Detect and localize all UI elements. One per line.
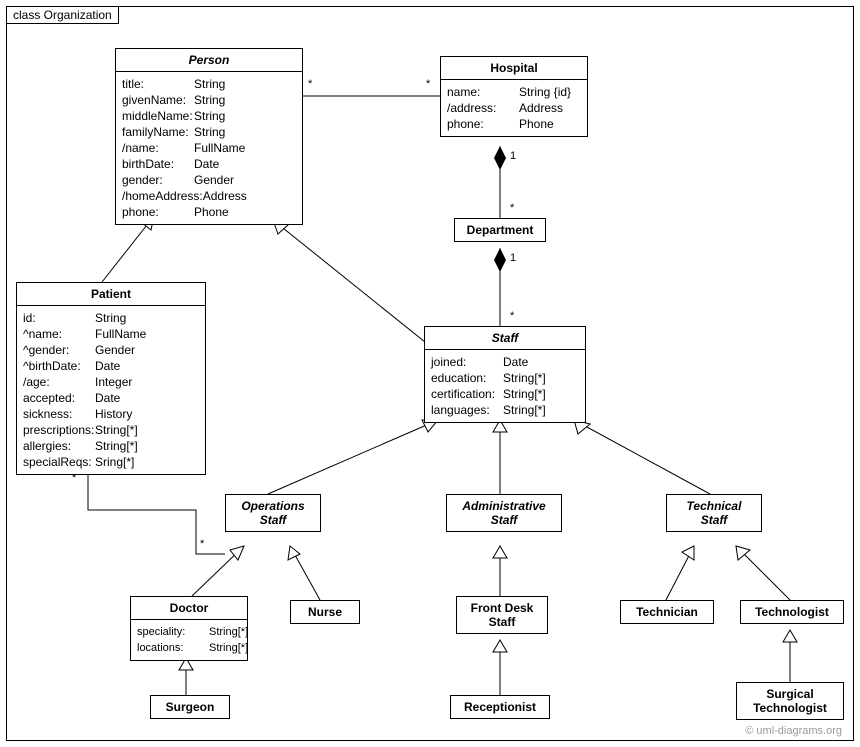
class-surgical-technologist: Surgical Technologist (736, 682, 844, 720)
class-staff: Staff joined:Dateeducation:String[*]cert… (424, 326, 586, 423)
class-hospital-name: Hospital (441, 57, 587, 80)
mult-hospital-dept-d: * (510, 202, 514, 214)
attribute-row: phone:Phone (116, 204, 302, 220)
attribute-row: /address:Address (441, 100, 587, 116)
class-technician-name: Technician (621, 601, 713, 623)
attribute-row: certification:String[*] (425, 386, 585, 402)
attribute-row: /name:FullName (116, 140, 302, 156)
class-nurse-name: Nurse (291, 601, 359, 623)
class-surgeon: Surgeon (150, 695, 230, 719)
class-staff-name: Staff (425, 327, 585, 350)
class-front-desk-staff-name: Front Desk Staff (457, 597, 547, 633)
attribute-row: gender:Gender (116, 172, 302, 188)
class-technologist-name: Technologist (741, 601, 843, 623)
class-surgeon-name: Surgeon (151, 696, 229, 718)
attribute-row: ^birthDate:Date (17, 358, 205, 374)
attribute-row: name:String {id} (441, 84, 587, 100)
attribute-row: specialReqs:Sring[*] (17, 454, 205, 470)
attribute-row: ^gender:Gender (17, 342, 205, 358)
class-receptionist-name: Receptionist (451, 696, 549, 718)
class-operations-staff: Operations Staff (225, 494, 321, 532)
diagram-frame: class Organization (0, 0, 860, 747)
attribute-row: middleName:String (116, 108, 302, 124)
attribute-row: prescriptions:String[*] (17, 422, 205, 438)
attribute-row: education:String[*] (425, 370, 585, 386)
attribute-row: familyName:String (116, 124, 302, 140)
class-technologist: Technologist (740, 600, 844, 624)
attribute-row: joined:Date (425, 354, 585, 370)
attribute-row: speciality:String[*] (131, 624, 247, 640)
frame-label: class Organization (6, 6, 119, 24)
class-staff-attrs: joined:Dateeducation:String[*]certificat… (425, 350, 585, 422)
mult-dept-staff-d: 1 (510, 252, 516, 264)
class-department: Department (454, 218, 546, 242)
class-doctor: Doctor speciality:String[*]locations:Str… (130, 596, 248, 661)
attribute-row: title:String (116, 76, 302, 92)
class-technician: Technician (620, 600, 714, 624)
class-nurse: Nurse (290, 600, 360, 624)
mult-person-side: * (308, 78, 312, 90)
class-person: Person title:StringgivenName:Stringmiddl… (115, 48, 303, 225)
attribute-row: /age:Integer (17, 374, 205, 390)
class-doctor-attrs: speciality:String[*]locations:String[*] (131, 620, 247, 660)
class-doctor-name: Doctor (131, 597, 247, 620)
attribute-row: /homeAddress:Address (116, 188, 302, 204)
class-administrative-staff: Administrative Staff (446, 494, 562, 532)
class-surgical-technologist-name: Surgical Technologist (737, 683, 843, 719)
class-patient-attrs: id:String^name:FullName^gender:Gender^bi… (17, 306, 205, 474)
class-person-name: Person (116, 49, 302, 72)
class-operations-staff-name: Operations Staff (226, 495, 320, 531)
attribute-row: ^name:FullName (17, 326, 205, 342)
class-technical-staff-name: Technical Staff (667, 495, 761, 531)
mult-patient-ops-o: * (200, 538, 204, 550)
attribute-row: givenName:String (116, 92, 302, 108)
attribute-row: phone:Phone (441, 116, 587, 132)
watermark: © uml-diagrams.org (745, 725, 842, 737)
attribute-row: locations:String[*] (131, 640, 247, 656)
attribute-row: sickness:History (17, 406, 205, 422)
mult-dept-staff-s: * (510, 310, 514, 322)
attribute-row: allergies:String[*] (17, 438, 205, 454)
mult-hospital-side: * (426, 78, 430, 90)
class-person-attrs: title:StringgivenName:StringmiddleName:S… (116, 72, 302, 224)
class-patient-name: Patient (17, 283, 205, 306)
class-front-desk-staff: Front Desk Staff (456, 596, 548, 634)
class-receptionist: Receptionist (450, 695, 550, 719)
attribute-row: id:String (17, 310, 205, 326)
attribute-row: languages:String[*] (425, 402, 585, 418)
class-patient: Patient id:String^name:FullName^gender:G… (16, 282, 206, 475)
attribute-row: birthDate:Date (116, 156, 302, 172)
attribute-row: accepted:Date (17, 390, 205, 406)
class-administrative-staff-name: Administrative Staff (447, 495, 561, 531)
class-technical-staff: Technical Staff (666, 494, 762, 532)
mult-hospital-dept-h: 1 (510, 150, 516, 162)
class-department-name: Department (455, 219, 545, 241)
class-hospital-attrs: name:String {id}/address:Addressphone:Ph… (441, 80, 587, 136)
class-hospital: Hospital name:String {id}/address:Addres… (440, 56, 588, 137)
